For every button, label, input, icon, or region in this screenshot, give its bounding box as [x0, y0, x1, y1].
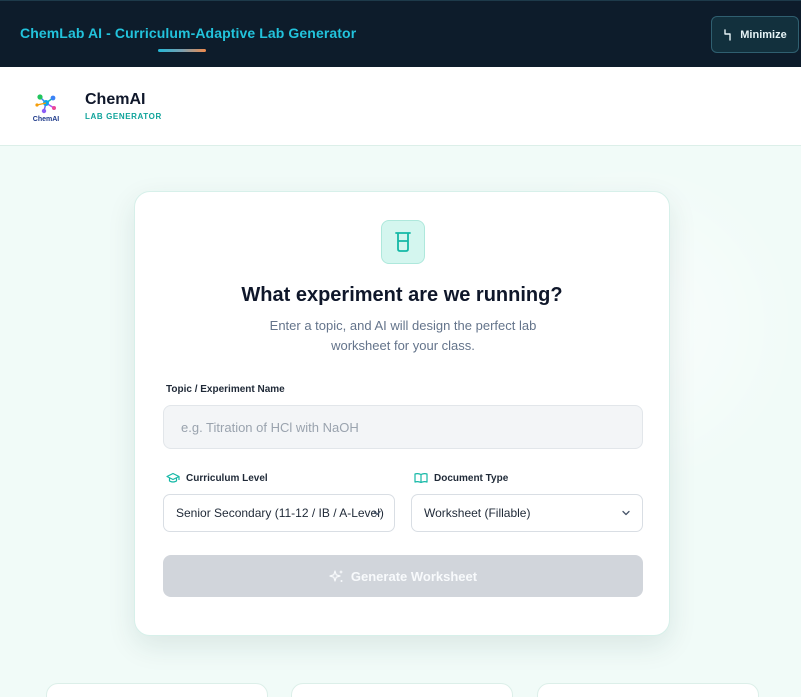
curriculum-level-value: Senior Secondary (11-12 / IB / A-Level): [176, 506, 384, 520]
curriculum-level-label: Curriculum Level: [166, 472, 268, 484]
title-accent-bar: [158, 49, 206, 52]
card-title: What experiment are we running?: [241, 284, 563, 306]
curriculum-level-label-text: Curriculum Level: [186, 472, 268, 484]
minimize-icon: [724, 28, 731, 41]
feature-card: [46, 683, 268, 697]
topic-label: Topic / Experiment Name: [166, 384, 285, 395]
brand-subtitle: LAB GENERATOR: [85, 112, 162, 121]
curriculum-level-select[interactable]: Senior Secondary (11-12 / IB / A-Level): [163, 494, 395, 532]
app-title: ChemLab AI - Curriculum-Adaptive Lab Gen…: [20, 25, 357, 41]
document-type-label-text: Document Type: [434, 472, 509, 484]
card-subtitle: Enter a topic, and AI will design the pe…: [269, 318, 537, 353]
graduation-cap-icon: [166, 472, 180, 483]
chevron-down-icon: [373, 510, 381, 516]
generate-worksheet-label: Generate Worksheet: [350, 568, 478, 584]
card-icon-badge: [381, 220, 425, 264]
beaker-icon: [395, 232, 411, 252]
feature-card: [291, 683, 513, 697]
generate-worksheet-button[interactable]: Generate Worksheet: [163, 555, 643, 597]
experiment-form-card: What experiment are we running? Enter a …: [134, 191, 670, 636]
app-header: ChemAI ChemAI LAB GENERATOR: [0, 67, 801, 146]
molecule-logo-icon: [35, 94, 56, 114]
chevron-down-icon: [622, 510, 630, 516]
minimize-button[interactable]: Minimize: [711, 16, 799, 53]
brand-logo: ChemAI: [28, 91, 64, 125]
document-type-label: Document Type: [414, 472, 508, 484]
open-book-icon: [414, 473, 428, 484]
logo-text: ChemAI: [32, 116, 60, 123]
sparkles-icon: [329, 569, 343, 582]
document-type-value: Worksheet (Fillable): [424, 506, 531, 520]
brand-name: ChemAI: [85, 91, 146, 108]
topic-input[interactable]: [163, 405, 643, 449]
window-titlebar: ChemLab AI - Curriculum-Adaptive Lab Gen…: [0, 0, 801, 67]
document-type-select[interactable]: Worksheet (Fillable): [411, 494, 643, 532]
minimize-label: Minimize: [740, 28, 787, 41]
feature-card: [537, 683, 759, 697]
